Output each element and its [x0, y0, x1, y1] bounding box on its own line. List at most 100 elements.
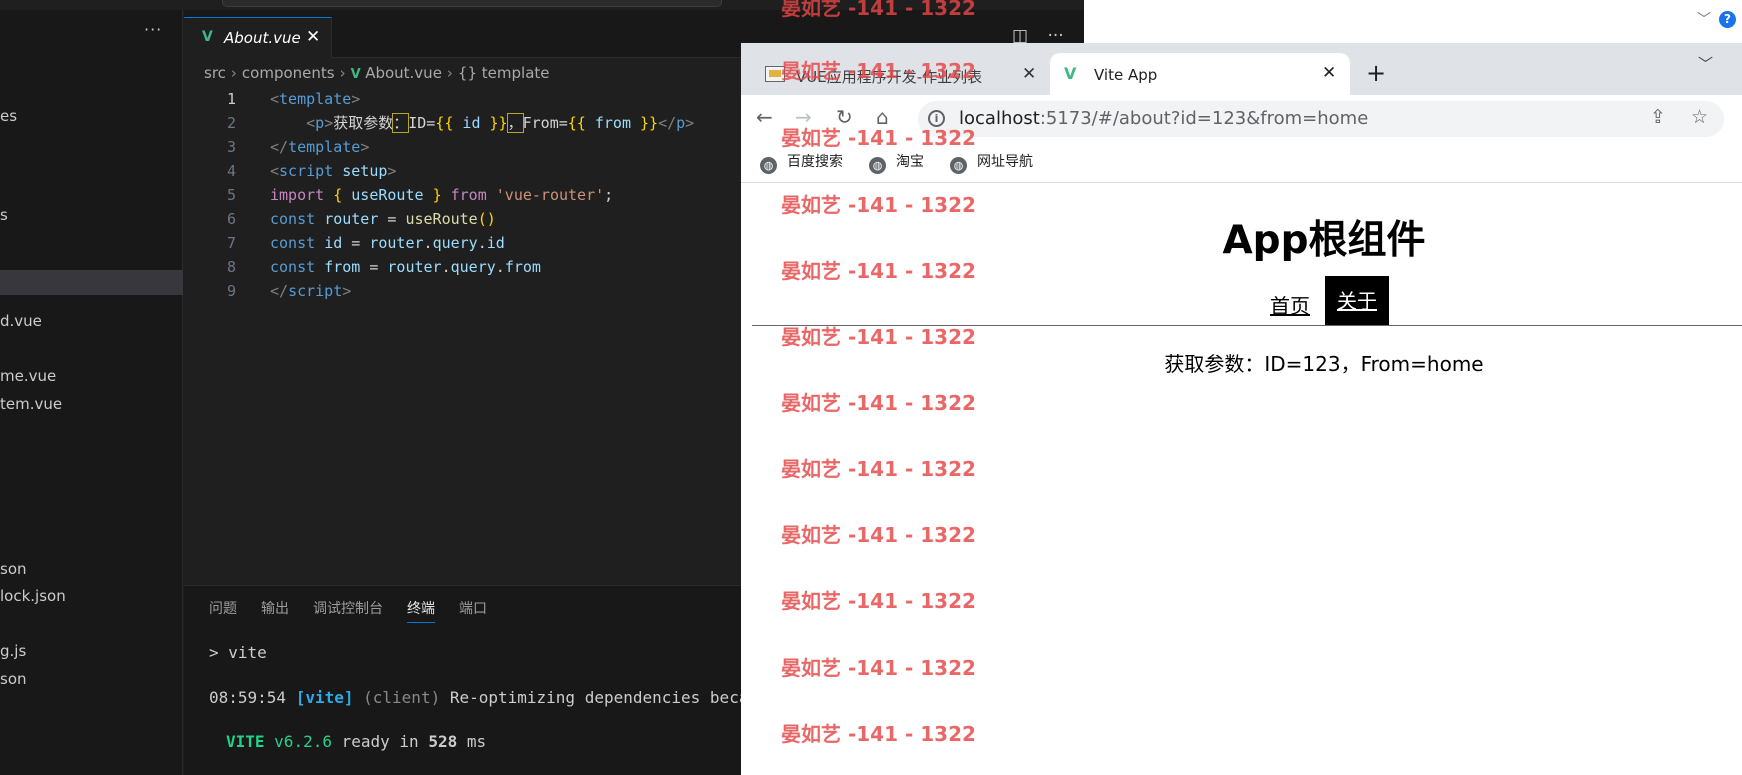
code-token: router [387, 258, 442, 276]
code-line[interactable]: 7 const id = router.query.id [184, 231, 744, 255]
code-token: }} [640, 114, 659, 132]
terminal-line-prompt: > vite [209, 643, 267, 662]
code-token: ID= [408, 114, 436, 132]
explorer-item[interactable]: son [0, 560, 27, 578]
explorer-sidebar [0, 10, 183, 775]
close-icon[interactable]: ✕ [1322, 63, 1336, 83]
breadcrumb: src › components › V About.vue ›{} template [204, 64, 550, 82]
tab-debug-console[interactable]: 调试控制台 [313, 601, 383, 617]
terminal-line-ready: VITE v6.2.6 ready in 528 ms [226, 732, 486, 751]
command-center[interactable] [222, 0, 722, 7]
ready-ms: 528 [428, 732, 458, 751]
breadcrumb-item[interactable]: components [242, 64, 335, 82]
log-time: 08:59:54 [209, 688, 287, 707]
tab-output[interactable]: 输出 [261, 601, 289, 617]
help-icon[interactable]: ? [1719, 11, 1736, 28]
code-line[interactable]: 5 import { useRoute } from 'vue-router'; [184, 183, 744, 207]
line-number: 6 [226, 210, 236, 228]
log-message: Re-optimizing dependencies because [440, 688, 778, 707]
bookmark-star-icon[interactable]: ☆ [1691, 106, 1708, 128]
browser-tab-vite-app[interactable]: V Vite App ✕ [1050, 53, 1350, 95]
watermark-text: 晏如艺 -141 - 1322 [781, 656, 976, 680]
breadcrumb-item[interactable]: src [204, 64, 226, 82]
code-line[interactable]: 6 const router = useRoute() [184, 207, 744, 231]
bookmark-item[interactable]: ◍ 淘宝 [869, 151, 924, 174]
code-line[interactable]: 8 const from = router.query.from [184, 255, 744, 279]
code-token: ; [604, 186, 614, 204]
back-arrow-icon[interactable]: ← [756, 105, 773, 129]
bookmark-label: 百度搜索 [787, 154, 843, 170]
explorer-item[interactable]: es [0, 107, 17, 125]
code-text: import { useRoute } from 'vue-router'; [270, 183, 613, 207]
watermark-text: 晏如艺 -141 - 1322 [781, 126, 976, 150]
line-number: 9 [226, 282, 236, 300]
vue-file-icon: V [202, 29, 213, 45]
code-token: p [315, 114, 325, 132]
explorer-item[interactable]: lock.json [0, 587, 66, 605]
code-token: < [270, 162, 280, 180]
code-token: = [378, 210, 406, 228]
code-token: useRoute [342, 186, 433, 204]
code-token: router [369, 234, 424, 252]
watermark-text: 晏如艺 -141 - 1322 [781, 523, 976, 547]
code-token: const [270, 210, 316, 228]
code-token: ： [392, 113, 410, 133]
tab-search-chevron-icon[interactable]: ﹀ [1698, 53, 1713, 74]
close-icon[interactable]: ✕ [1022, 64, 1036, 84]
explorer-selected-row[interactable] [0, 270, 183, 295]
code-token: template [288, 138, 361, 156]
explorer-item[interactable]: d.vue [0, 312, 42, 330]
globe-icon: ◍ [760, 157, 777, 174]
code-token: p [676, 114, 686, 132]
address-bar[interactable]: i localhost:5173/#/about?id=123&from=hom… [918, 101, 1724, 137]
new-tab-button[interactable]: + [1366, 59, 1386, 87]
code-token: from [504, 258, 541, 276]
code-line[interactable]: 3 </template> [184, 135, 744, 159]
code-token: . [423, 234, 433, 252]
panel-tabs: 问题 输出 调试控制台 终端 端口 [209, 598, 511, 623]
code-line[interactable]: 2 <p>获取参数：ID={{ id }}，From={{ from }}</p… [184, 111, 744, 135]
code-token: </ [270, 138, 289, 156]
code-line[interactable]: 1 <template> [184, 87, 744, 111]
tab-ports[interactable]: 端口 [459, 601, 487, 617]
close-icon[interactable]: ✕ [306, 27, 320, 47]
watermark-text: 晏如艺 -141 - 1322 [781, 325, 976, 349]
breadcrumb-item[interactable]: About.vue [365, 64, 442, 82]
route-params-text: 获取参数：ID=123，From=home [1164, 352, 1484, 376]
vue-file-icon: V [350, 67, 366, 82]
share-icon[interactable]: ⇪ [1650, 106, 1666, 128]
explorer-item[interactable]: me.vue [0, 367, 56, 385]
explorer-item[interactable]: g.js [0, 642, 26, 660]
code-token: script [288, 282, 343, 300]
chevron-down-icon[interactable]: ﹀ [1697, 9, 1711, 29]
code-editor[interactable]: 1 <template> 2 <p>获取参数：ID={{ id }}，From={{… [184, 87, 744, 303]
code-line[interactable]: 4 <script setup> [184, 159, 744, 183]
editor-tab-about-vue[interactable]: V About.vue ✕ [184, 17, 332, 58]
bookmark-item[interactable]: ◍ 百度搜索 [760, 151, 843, 174]
explorer-item[interactable]: tem.vue [0, 395, 62, 413]
code-text: <template> [270, 87, 360, 111]
nav-link-home[interactable]: 首页 [1270, 290, 1310, 319]
braces-icon: {} [457, 64, 478, 82]
code-token: }} [489, 114, 508, 132]
breadcrumb-item[interactable]: template [482, 64, 550, 82]
explorer-more-icon[interactable]: ··· [144, 20, 162, 39]
line-number: 7 [226, 234, 236, 252]
log-client: (client) [363, 688, 441, 707]
bookmark-item[interactable]: ◍ 网址导航 [950, 151, 1033, 174]
tab-terminal[interactable]: 终端 [407, 601, 435, 623]
code-line[interactable]: 9 </script> [184, 279, 744, 303]
code-token: id [324, 234, 343, 252]
explorer-item[interactable]: s [0, 206, 8, 224]
nav-link-about[interactable]: 关于 [1325, 276, 1389, 326]
code-token: template [279, 90, 352, 108]
screen: ··· es s d.vue me.vue tem.vue son lock.j… [0, 0, 1742, 775]
code-token: id [453, 114, 490, 132]
tab-problems[interactable]: 问题 [209, 601, 237, 617]
url-text[interactable]: localhost:5173/#/about?id=123&from=home [959, 108, 1368, 129]
explorer-item[interactable]: son [0, 670, 27, 688]
vite-version: v6.2.6 [274, 732, 332, 751]
